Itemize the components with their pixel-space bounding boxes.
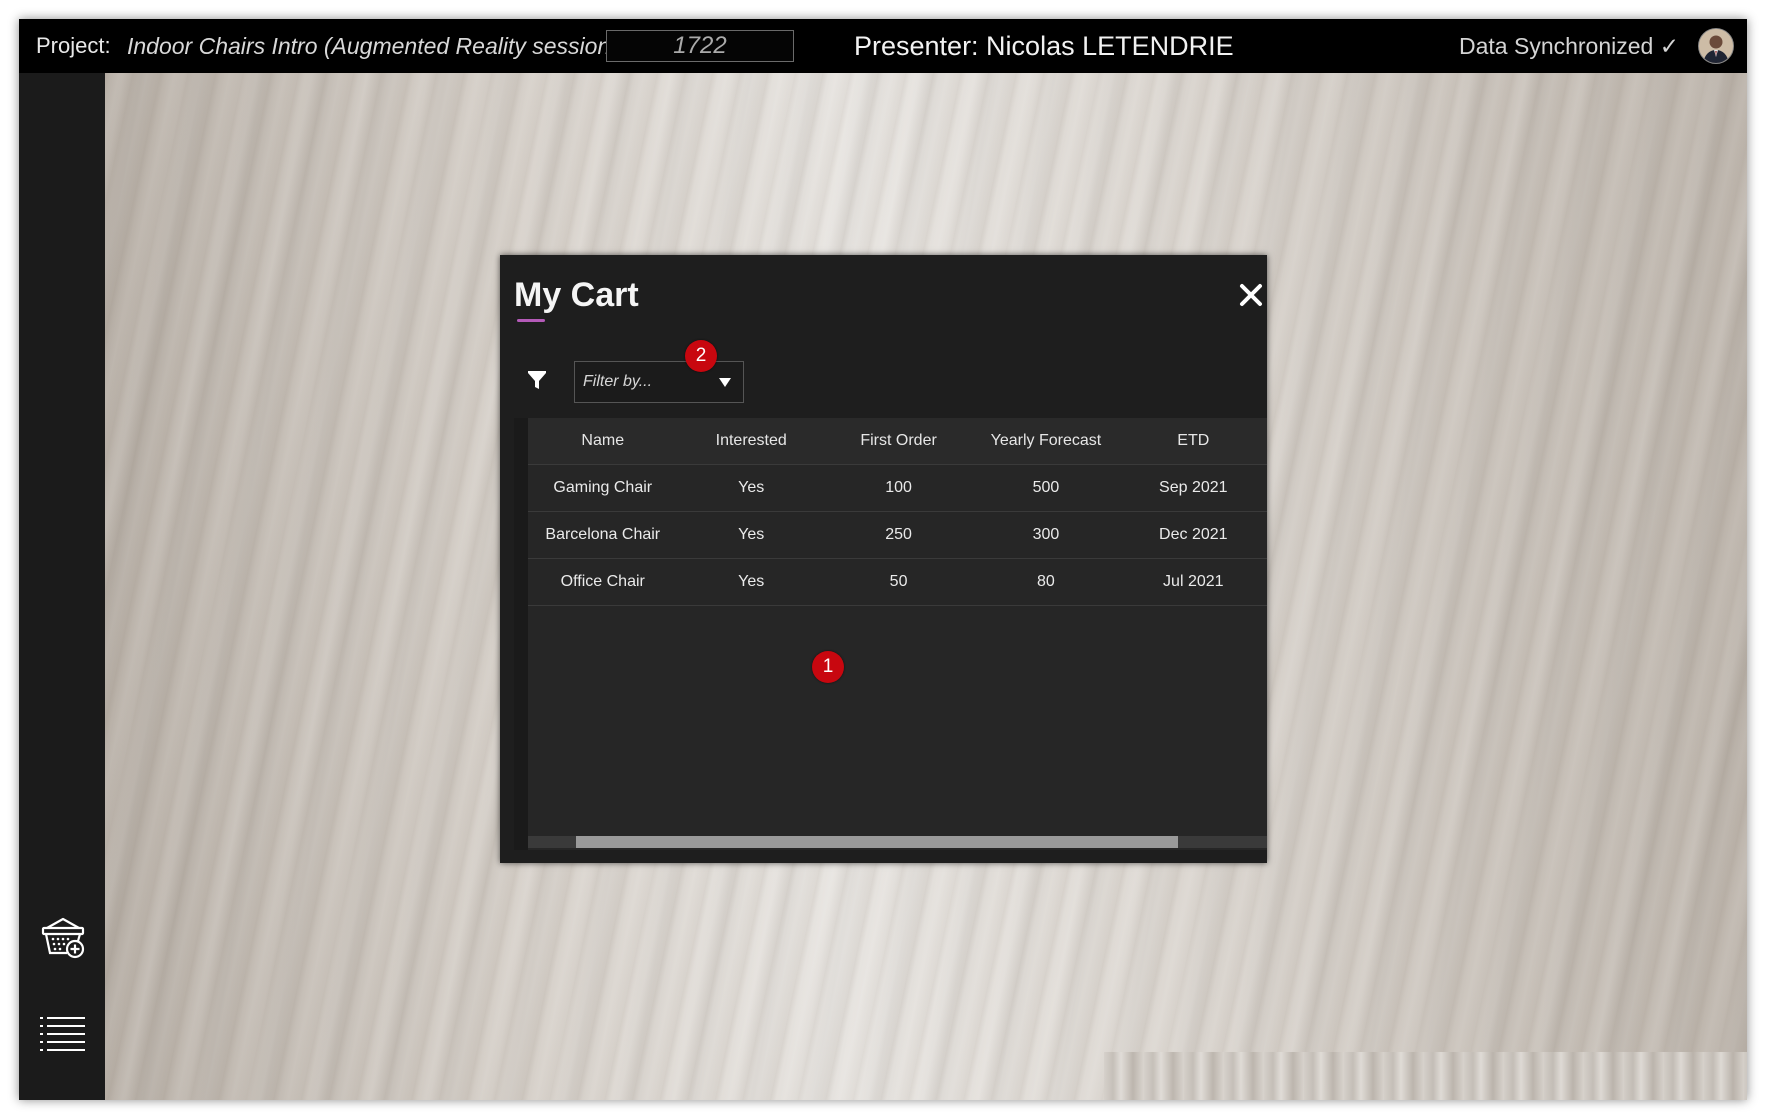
annotation-marker-1: 1 bbox=[812, 651, 844, 683]
scrollbar-thumb[interactable] bbox=[576, 836, 1178, 848]
cell-yearly-forecast: 80 bbox=[972, 558, 1120, 606]
cart-modal: My Cart Filter by... Name Interested Fir… bbox=[500, 255, 1267, 863]
cell-interested: Yes bbox=[677, 464, 825, 512]
column-header-first-order[interactable]: First Order bbox=[824, 418, 973, 465]
title-underline bbox=[517, 319, 545, 322]
project-label: Project: bbox=[36, 33, 111, 58]
horizontal-scrollbar[interactable] bbox=[528, 836, 1267, 848]
cart-table: Name Interested First Order Yearly Forec… bbox=[528, 418, 1267, 606]
table-row[interactable]: Office Chair Yes 50 80 Jul 2021 bbox=[528, 558, 1267, 606]
cell-yearly-forecast: 500 bbox=[972, 464, 1120, 512]
sidebar bbox=[19, 73, 105, 1100]
cart-table-area: Name Interested First Order Yearly Forec… bbox=[514, 418, 1267, 850]
cell-name: Office Chair bbox=[528, 558, 678, 606]
cell-etd: Sep 2021 bbox=[1119, 464, 1267, 512]
cell-interested: Yes bbox=[677, 558, 825, 606]
cell-first-order: 100 bbox=[824, 464, 973, 512]
top-bar: Project: Indoor Chairs Intro (Augmented … bbox=[19, 19, 1747, 73]
column-header-interested[interactable]: Interested bbox=[677, 418, 825, 465]
cell-first-order: 50 bbox=[824, 558, 973, 606]
floor-texture-strip bbox=[1104, 1052, 1747, 1100]
table-header-row: Name Interested First Order Yearly Forec… bbox=[528, 418, 1267, 465]
cell-name: Gaming Chair bbox=[528, 464, 678, 512]
column-header-name[interactable]: Name bbox=[528, 418, 678, 465]
column-header-etd[interactable]: ETD bbox=[1119, 418, 1267, 465]
cell-etd: Jul 2021 bbox=[1119, 558, 1267, 606]
cell-first-order: 250 bbox=[824, 511, 973, 559]
filter-dropdown[interactable]: Filter by... bbox=[574, 361, 744, 403]
app-window: Project: Indoor Chairs Intro (Augmented … bbox=[19, 19, 1747, 1100]
avatar[interactable] bbox=[1698, 28, 1734, 64]
table-row[interactable]: Barcelona Chair Yes 250 300 Dec 2021 bbox=[528, 511, 1267, 559]
annotation-marker-2: 2 bbox=[685, 340, 717, 372]
close-icon bbox=[1240, 284, 1262, 306]
cell-name: Barcelona Chair bbox=[528, 511, 678, 559]
filter-icon[interactable] bbox=[525, 369, 549, 393]
list-menu-icon[interactable] bbox=[37, 1009, 87, 1059]
cart-add-icon[interactable] bbox=[37, 911, 87, 961]
sync-status: Data Synchronized ✓ bbox=[1459, 33, 1679, 59]
presenter-name: Presenter: Nicolas LETENDRIE bbox=[854, 31, 1234, 61]
chevron-down-icon bbox=[719, 378, 731, 387]
table-row[interactable]: Gaming Chair Yes 100 500 Sep 2021 bbox=[528, 464, 1267, 512]
cell-interested: Yes bbox=[677, 511, 825, 559]
cell-yearly-forecast: 300 bbox=[972, 511, 1120, 559]
project-name: Indoor Chairs Intro (Augmented Reality s… bbox=[127, 33, 618, 59]
table-left-rail bbox=[514, 418, 528, 850]
column-header-yearly-forecast[interactable]: Yearly Forecast bbox=[972, 418, 1120, 465]
close-button[interactable] bbox=[1233, 277, 1269, 313]
session-id-field[interactable]: 1722 bbox=[606, 30, 794, 62]
cart-title: My Cart bbox=[514, 276, 639, 314]
cell-etd: Dec 2021 bbox=[1119, 511, 1267, 559]
filter-placeholder: Filter by... bbox=[583, 373, 653, 390]
user-photo-icon bbox=[1699, 29, 1733, 63]
